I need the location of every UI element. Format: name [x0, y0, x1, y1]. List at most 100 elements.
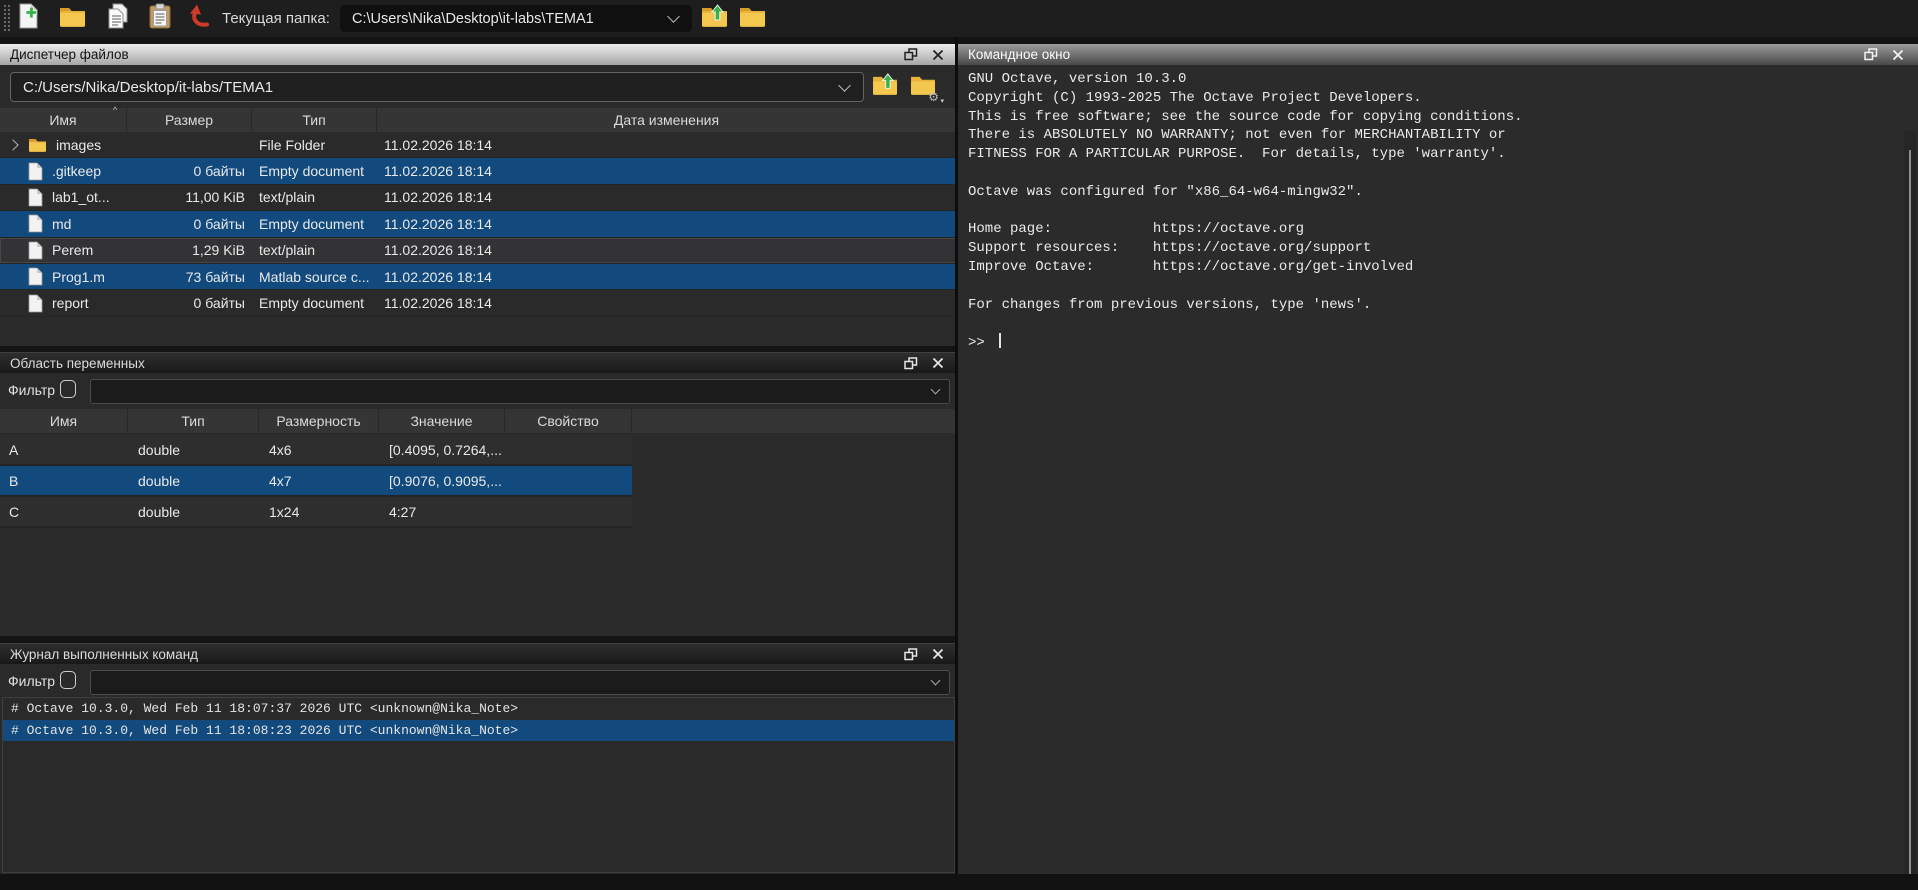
- filter-checkbox[interactable]: [60, 380, 76, 398]
- column-header[interactable]: Дата изменения: [377, 108, 956, 132]
- command-window[interactable]: GNU Octave, version 10.3.0 Copyright (C)…: [958, 65, 1918, 874]
- workspace-table-header: ИмяТипРазмерностьЗначениеСвойство: [0, 409, 956, 433]
- column-header[interactable]: Значение: [379, 409, 505, 433]
- file-date: 11.02.2026 18:14: [377, 295, 956, 311]
- file-date: 11.02.2026 18:14: [377, 163, 956, 179]
- undock-icon[interactable]: [1864, 48, 1878, 61]
- file-table-body: imagesFile Folder11.02.2026 18:14.gitkee…: [0, 132, 956, 317]
- file-row[interactable]: imagesFile Folder11.02.2026 18:14: [0, 132, 956, 158]
- browse-folder-button[interactable]: [738, 4, 766, 32]
- folder-icon: [28, 137, 47, 152]
- sort-indicator-icon: ^: [113, 105, 117, 115]
- workspace-panel: Фильтр ИмяТипРазмерностьЗначениеСвойство…: [0, 373, 956, 636]
- file-name: Perem: [52, 242, 93, 258]
- file-row[interactable]: lab1_ot...11,00 KiBtext/plain11.02.2026 …: [0, 185, 956, 211]
- filter-label: Фильтр: [8, 673, 55, 689]
- expand-chevron-icon[interactable]: [7, 139, 18, 150]
- column-header[interactable]: Размер: [127, 108, 252, 132]
- status-strip: [0, 874, 1918, 890]
- chevron-down-icon: [838, 79, 851, 92]
- text-cursor: [999, 333, 1001, 348]
- document-icon: [28, 162, 43, 181]
- file-type: text/plain: [252, 242, 377, 258]
- file-size: 0 байты: [127, 295, 252, 311]
- copy-button[interactable]: [104, 4, 132, 32]
- file-browser-path-combobox[interactable]: C:/Users/Nika/Desktop/it-labs/TEMA1: [10, 72, 864, 102]
- document-icon: [28, 267, 43, 286]
- undock-icon[interactable]: [904, 48, 918, 61]
- file-row[interactable]: report0 байтыEmpty document11.02.2026 18…: [0, 290, 956, 316]
- folder-up-button[interactable]: [700, 4, 728, 32]
- history-panel: Фильтр # Octave 10.3.0, Wed Feb 11 18:07…: [0, 664, 956, 874]
- current-folder-combobox[interactable]: C:\Users\Nika\Desktop\it-labs\TEMA1: [340, 5, 692, 32]
- history-list: # Octave 10.3.0, Wed Feb 11 18:07:37 202…: [2, 697, 955, 873]
- column-header[interactable]: Тип: [252, 108, 377, 132]
- file-date: 11.02.2026 18:14: [377, 216, 956, 232]
- variable-dimension: 4x7: [259, 473, 379, 489]
- file-name-cell: md: [0, 211, 127, 236]
- column-header[interactable]: Тип: [128, 409, 259, 433]
- file-size: 0 байты: [127, 216, 252, 232]
- variable-value: 4:27: [379, 504, 505, 520]
- folder-gear-icon: ⚙ ▾: [910, 73, 936, 100]
- file-name: Prog1.m: [52, 269, 105, 285]
- scrollbar-thumb[interactable]: [1909, 150, 1911, 890]
- current-folder-label: Текущая папка:: [222, 0, 330, 37]
- undo-icon: [187, 3, 213, 34]
- vertical-scrollbar[interactable]: [1904, 130, 1916, 890]
- filter-checkbox[interactable]: [60, 671, 76, 689]
- variable-dimension: 1x24: [259, 504, 379, 520]
- variable-dimension: 4x6: [259, 442, 379, 458]
- variable-type: double: [128, 473, 259, 489]
- variable-row[interactable]: Cdouble1x244:27: [0, 497, 632, 528]
- open-button[interactable]: [58, 4, 86, 32]
- file-type: Empty document: [252, 216, 377, 232]
- copy-icon: [106, 3, 130, 34]
- new-script-button[interactable]: [16, 4, 44, 32]
- workspace-filter-combobox[interactable]: [90, 379, 950, 404]
- variable-name: A: [0, 442, 128, 458]
- column-header[interactable]: Имя: [0, 108, 127, 132]
- file-name-cell: .gitkeep: [0, 158, 127, 183]
- file-row[interactable]: .gitkeep0 байтыEmpty document11.02.2026 …: [0, 158, 956, 184]
- file-row[interactable]: md0 байтыEmpty document11.02.2026 18:14: [0, 211, 956, 237]
- octave-main-window: Текущая папка: C:\Users\Nika\Desktop\it-…: [0, 0, 1918, 890]
- document-icon: [28, 188, 43, 207]
- history-titlebar[interactable]: Журнал выполненных команд: [0, 643, 956, 664]
- file-name: images: [56, 137, 101, 153]
- workspace-titlebar[interactable]: Область переменных: [0, 352, 956, 373]
- file-row[interactable]: Perem1,29 KiBtext/plain11.02.2026 18:14: [0, 238, 956, 264]
- command-window-titlebar[interactable]: Командное окно: [958, 44, 1918, 65]
- variable-value: [0.4095, 0.7264,...: [379, 442, 505, 458]
- file-type: File Folder: [252, 137, 377, 153]
- paste-icon: [149, 3, 171, 34]
- document-icon: [28, 241, 43, 260]
- toolbar-drag-handle[interactable]: [3, 4, 10, 33]
- history-entry[interactable]: # Octave 10.3.0, Wed Feb 11 18:08:23 202…: [3, 720, 954, 742]
- variable-name: B: [0, 473, 128, 489]
- close-icon[interactable]: [932, 648, 944, 660]
- open-folder-icon: [59, 5, 86, 32]
- chevron-down-icon: [931, 676, 941, 686]
- variable-row[interactable]: Bdouble4x7[0.9076, 0.9095,...: [0, 466, 632, 497]
- column-header[interactable]: Свойство: [505, 409, 632, 433]
- document-icon: [28, 294, 43, 313]
- workspace-table-body: Adouble4x6[0.4095, 0.7264,...Bdouble4x7[…: [0, 435, 632, 528]
- variable-row[interactable]: Adouble4x6[0.4095, 0.7264,...: [0, 435, 632, 466]
- file-browser-titlebar[interactable]: Диспетчер файлов: [0, 44, 956, 65]
- paste-button[interactable]: [146, 4, 174, 32]
- close-icon[interactable]: [1892, 49, 1904, 61]
- close-icon[interactable]: [932, 357, 944, 369]
- column-header[interactable]: Имя: [0, 409, 128, 433]
- folder-up-button[interactable]: [870, 72, 900, 100]
- close-icon[interactable]: [932, 49, 944, 61]
- command-window-title: Командное окно: [968, 47, 1070, 62]
- undock-icon[interactable]: [904, 357, 918, 370]
- folder-actions-button[interactable]: ⚙ ▾: [908, 72, 938, 100]
- undock-icon[interactable]: [904, 648, 918, 661]
- file-row[interactable]: Prog1.m73 байтыMatlab source c...11.02.2…: [0, 264, 956, 290]
- column-header[interactable]: Размерность: [259, 409, 379, 433]
- history-entry[interactable]: # Octave 10.3.0, Wed Feb 11 18:07:37 202…: [3, 698, 954, 720]
- undo-button[interactable]: [186, 4, 214, 32]
- history-filter-combobox[interactable]: [90, 670, 950, 695]
